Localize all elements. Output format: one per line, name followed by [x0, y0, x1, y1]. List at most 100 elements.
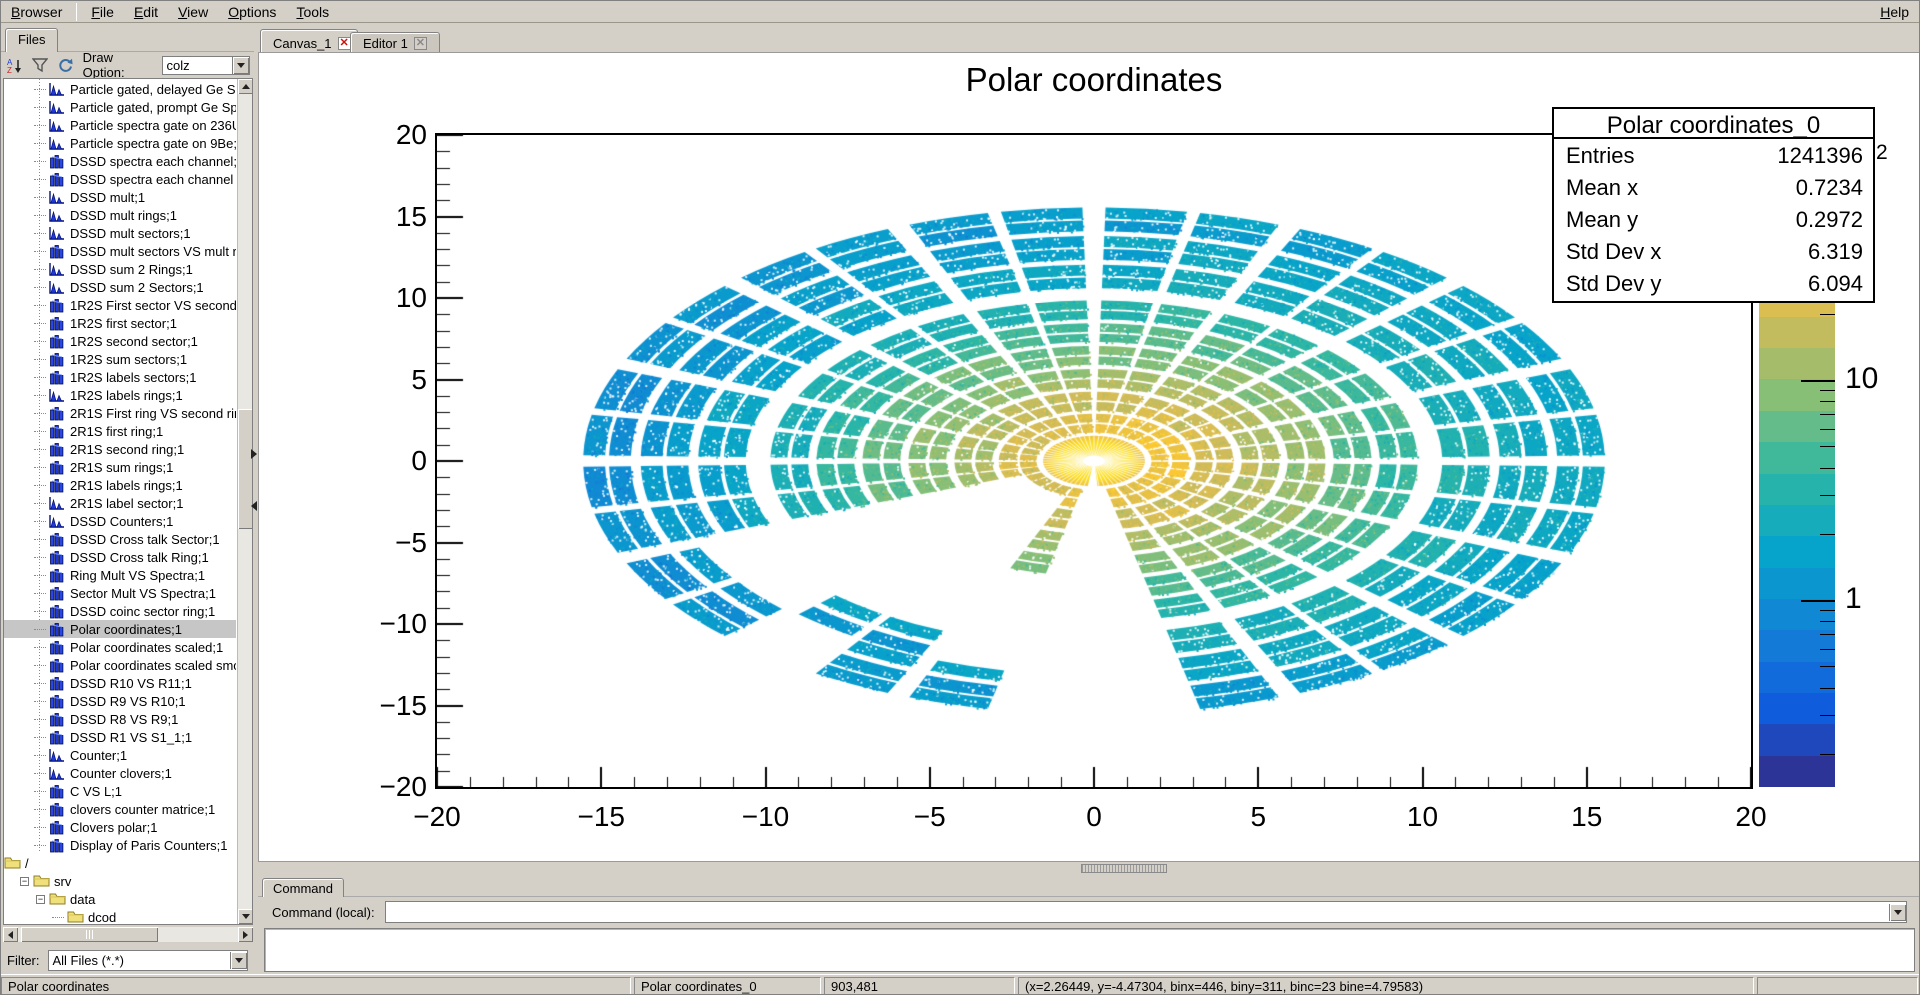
- tree-item[interactable]: Polar coordinates;1: [4, 620, 236, 638]
- stats-box[interactable]: Polar coordinates_0 Entries1241396Mean x…: [1552, 107, 1875, 303]
- tree-item[interactable]: 2R1S labels rings;1: [4, 476, 236, 494]
- colorbar-band: [1759, 630, 1835, 662]
- tree-item[interactable]: DSSD sum 2 Sectors;1: [4, 278, 236, 296]
- tree-item[interactable]: Sector Mult VS Spectra;1: [4, 584, 236, 602]
- refresh-icon[interactable]: [55, 56, 74, 74]
- tree-item[interactable]: DSSD mult;1: [4, 188, 236, 206]
- tree-folder[interactable]: dcod: [4, 908, 236, 925]
- tree-item[interactable]: Polar coordinates scaled;1: [4, 638, 236, 656]
- tree-item[interactable]: clovers counter matrice;1: [4, 800, 236, 818]
- draw-option-dropdown-icon[interactable]: [232, 57, 249, 74]
- tree-item[interactable]: DSSD spectra each channel;1: [4, 152, 236, 170]
- tree-item[interactable]: DSSD mult rings;1: [4, 206, 236, 224]
- filter-dropdown-icon[interactable]: [230, 952, 247, 969]
- tree-folder[interactable]: /: [4, 854, 236, 872]
- tree-item[interactable]: Counter clovers;1: [4, 764, 236, 782]
- tree-item[interactable]: 1R2S sum sectors;1: [4, 350, 236, 368]
- tab-canvas-1[interactable]: Canvas_1 ✕: [260, 29, 358, 53]
- histogram-1d-icon: [49, 280, 66, 295]
- stats-row: Mean x0.7234: [1554, 171, 1873, 203]
- svg-text:Z: Z: [7, 66, 12, 73]
- menu-view[interactable]: View: [168, 2, 218, 22]
- tree-item[interactable]: 2R1S First ring VS second ring;1: [4, 404, 236, 422]
- tree-item[interactable]: 2R1S second ring;1: [4, 440, 236, 458]
- tree-item[interactable]: 1R2S first sector;1: [4, 314, 236, 332]
- tree-item[interactable]: 1R2S First sector VS second sector;1: [4, 296, 236, 314]
- tree-item[interactable]: DSSD Counters;1: [4, 512, 236, 530]
- scroll-right-icon[interactable]: [238, 927, 253, 942]
- tree-item[interactable]: DSSD coinc sector ring;1: [4, 602, 236, 620]
- sort-alpha-icon[interactable]: A Z: [5, 56, 24, 74]
- tree-vertical-scrollbar[interactable]: [237, 79, 252, 924]
- panel-splitter-collapse-icon[interactable]: [251, 501, 257, 511]
- tree-item[interactable]: 2R1S first ring;1: [4, 422, 236, 440]
- menu-options[interactable]: Options: [218, 2, 286, 22]
- tree-item[interactable]: 1R2S labels sectors;1: [4, 368, 236, 386]
- root-canvas[interactable]: Polar coordinates 2 Polar coordinates_0 …: [258, 52, 1920, 862]
- tree-item[interactable]: DSSD R9 VS R10;1: [4, 692, 236, 710]
- panel-splitter-expand-icon[interactable]: [251, 449, 257, 459]
- tab-files[interactable]: Files: [5, 28, 58, 52]
- tree-horizontal-scrollbar[interactable]: [3, 927, 253, 942]
- tree-item[interactable]: 2R1S label sector;1: [4, 494, 236, 512]
- command-tab-row: Command: [258, 875, 1920, 897]
- menu-edit[interactable]: Edit: [124, 2, 168, 22]
- colorbar-tick: [1820, 390, 1835, 391]
- colorbar-axis-label: 10: [1845, 362, 1878, 396]
- tree-item[interactable]: 1R2S second sector;1: [4, 332, 236, 350]
- y-axis-tick-label: 5: [307, 364, 427, 396]
- menu-file[interactable]: File: [81, 2, 124, 22]
- tree-item[interactable]: C VS L;1: [4, 782, 236, 800]
- tree-item[interactable]: Particle spectra gate on 236U;1: [4, 116, 236, 134]
- tree-folder[interactable]: −srv: [4, 872, 236, 890]
- scroll-left-icon[interactable]: [3, 927, 18, 942]
- tree-item[interactable]: Display of Paris Counters;1: [4, 836, 236, 854]
- command-input[interactable]: [385, 901, 1907, 923]
- filter-combobox[interactable]: All Files (*.*): [48, 950, 249, 971]
- close-canvas-icon[interactable]: ✕: [338, 37, 351, 50]
- tree-item[interactable]: DSSD R1 VS S1_1;1: [4, 728, 236, 746]
- tree-expander-icon[interactable]: −: [36, 895, 45, 904]
- scroll-down-icon[interactable]: [238, 909, 253, 924]
- tree-item[interactable]: DSSD mult sectors;1: [4, 224, 236, 242]
- tree-item[interactable]: Particle gated, prompt Ge Spectra;1: [4, 98, 236, 116]
- canvas-command-splitter[interactable]: [258, 862, 1920, 875]
- command-dropdown-icon[interactable]: [1889, 904, 1906, 921]
- tree-vscroll-thumb[interactable]: [238, 409, 253, 529]
- tree-item[interactable]: 1R2S labels rings;1: [4, 386, 236, 404]
- tree-item[interactable]: DSSD sum 2 Rings;1: [4, 260, 236, 278]
- tree-item[interactable]: Particle spectra gate on 9Be;1: [4, 134, 236, 152]
- tree-item[interactable]: Ring Mult VS Spectra;1: [4, 566, 236, 584]
- tree-item-label: 2R1S label sector;1: [70, 496, 183, 511]
- tree-hscroll-thumb[interactable]: [21, 927, 158, 942]
- menu-tools[interactable]: Tools: [286, 2, 339, 22]
- scroll-up-icon[interactable]: [238, 79, 253, 94]
- tree-item[interactable]: Particle gated, delayed Ge Spectra;1: [4, 80, 236, 98]
- tab-editor-1[interactable]: Editor 1 ✕: [350, 32, 440, 53]
- draw-option-value: colz: [163, 58, 232, 73]
- tree-item[interactable]: DSSD Cross talk Sector;1: [4, 530, 236, 548]
- tree-item-label: clovers counter matrice;1: [70, 802, 215, 817]
- tree-item[interactable]: DSSD Cross talk Ring;1: [4, 548, 236, 566]
- tree-item[interactable]: DSSD R10 VS R11;1: [4, 674, 236, 692]
- menu-help[interactable]: Help: [1868, 2, 1920, 22]
- tree-item[interactable]: Clovers polar;1: [4, 818, 236, 836]
- tree-item[interactable]: DSSD spectra each channel 1R1S;1: [4, 170, 236, 188]
- draw-option-combobox[interactable]: colz: [162, 56, 250, 75]
- menu-browser[interactable]: Browser: [1, 2, 72, 22]
- tab-command[interactable]: Command: [262, 878, 344, 897]
- tree-item[interactable]: 2R1S sum rings;1: [4, 458, 236, 476]
- x-axis-tick-label: −5: [914, 801, 946, 833]
- tree-item[interactable]: DSSD R8 VS R9;1: [4, 710, 236, 728]
- tree-item[interactable]: Counter;1: [4, 746, 236, 764]
- tree-item[interactable]: Polar coordinates scaled smooth;1: [4, 656, 236, 674]
- tree-item[interactable]: DSSD mult sectors VS mult rings;1: [4, 242, 236, 260]
- colorbar-band: [1759, 724, 1835, 756]
- splitter-grip[interactable]: [1081, 864, 1167, 873]
- tree-folder[interactable]: −data: [4, 890, 236, 908]
- tree-expander-icon[interactable]: −: [20, 877, 29, 886]
- draw-option-label: Draw Option:: [83, 50, 156, 80]
- histogram-1d-icon: [49, 208, 66, 223]
- close-editor-icon[interactable]: ✕: [414, 37, 427, 50]
- filter-funnel-icon[interactable]: [30, 56, 49, 74]
